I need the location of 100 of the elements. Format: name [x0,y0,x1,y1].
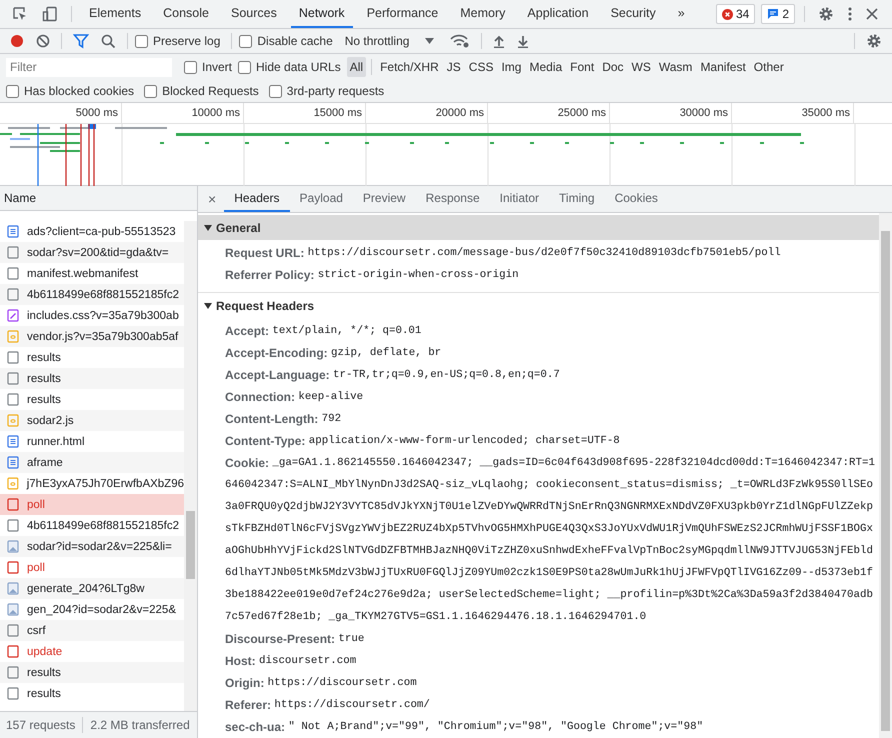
disclosure-triangle-icon [204,302,212,310]
request-row[interactable]: aframe [0,452,184,473]
header-row-text: Connection: keep-alive [225,389,364,406]
record-icon[interactable] [10,34,24,48]
filter-input[interactable]: Filter [6,58,172,76]
throttling-dropdown[interactable]: No throttling [340,34,438,48]
details-tab[interactable]: Response [416,186,490,212]
type-filter-button[interactable]: JS [444,57,464,77]
file-icon [7,561,19,574]
time-tick-label: 15000 ms [314,107,362,119]
disable-cache-checkbox[interactable] [239,34,252,48]
details-tab[interactable]: Payload [290,186,353,212]
request-row[interactable]: sodar?sv=200&tid=gda&tv= [0,242,184,263]
network-conditions-icon[interactable] [450,34,470,48]
inspect-icon[interactable] [12,6,28,22]
header-row-text: Host: discoursetr.com [225,653,358,670]
settings-icon[interactable] [866,33,882,49]
caret-icon [425,38,434,44]
filter-icon[interactable] [73,33,89,49]
details-tab[interactable]: Initiator [490,186,550,212]
close-button[interactable]: × [204,191,224,207]
file-icon [7,519,19,532]
request-row[interactable]: generate_204?6LTg8w [0,578,184,599]
scrollbar[interactable] [879,213,892,738]
type-filter-button[interactable]: Img [498,57,524,77]
message-count-badge[interactable]: 2 [761,4,795,24]
script-icon [7,330,19,343]
header-row-text: Accept-Language: tr-TR,tr;q=0.9,en-US;q=0.8,en;q=0.7 [225,367,561,384]
request-row[interactable]: vendor.js?v=35a79b300ab5af [0,326,184,347]
checkbox-label: Invert [202,60,232,74]
settings-icon[interactable] [818,6,834,22]
file-icon [7,498,19,511]
type-filter-button[interactable]: Fetch/XHR [377,57,442,77]
error-count-badge[interactable]: 34 [716,4,756,24]
header-row-text: Accept: text/plain, */*; q=0.01 [225,323,422,340]
search-icon[interactable] [101,34,116,48]
error-icon [722,8,733,20]
checkbox-label: 3rd-party requests [286,84,384,98]
details-tab[interactable]: Headers [224,186,290,212]
file-icon [7,624,19,637]
header-row-text: Discourse-Present: true [225,631,366,648]
hide-data-urls-checkbox[interactable] [238,60,252,74]
header-row-text: Content-Length: 792 [225,411,342,428]
time-tick-label: 10000 ms [192,107,240,119]
time-tick-label: 25000 ms [558,107,606,119]
clear-icon[interactable] [36,34,50,48]
details-tab[interactable]: Cookies [604,186,668,212]
file-icon [7,288,19,301]
more-tabs-button[interactable]: » [670,0,693,28]
request-filter-checkbox[interactable] [144,84,158,98]
request-row[interactable]: sodar?id=sodar2&v=225&li= [0,536,184,557]
checkbox-label: Hide data URLs [256,60,341,74]
column-header[interactable]: Name [4,191,36,205]
panel-tab[interactable]: Application [519,0,597,28]
upload-icon[interactable] [493,34,506,48]
request-row[interactable]: csrf [0,620,184,641]
details-tab[interactable]: Preview [352,186,416,212]
panel-tab[interactable]: Sources [222,0,285,28]
panel-tab[interactable]: Console [155,0,217,28]
scrollbar[interactable] [184,221,197,711]
request-row[interactable]: results [0,368,184,389]
request-row[interactable]: 4b6118499e68f881552185fc2 [0,284,184,305]
image-icon [7,540,19,553]
type-filter-button[interactable]: Media [526,57,566,77]
section-header[interactable]: General [198,215,879,240]
section-header[interactable]: Request Headers [198,292,879,318]
panel-tab[interactable]: Security [602,0,664,28]
header-row-text: Content-Type: application/x-www-form-urlencoded; charset=UTF-8 [225,433,621,450]
checkbox-label: Blocked Requests [162,84,259,98]
message-icon [767,8,780,20]
type-filter-button[interactable]: Manifest [697,57,749,77]
more-options-icon[interactable] [848,7,852,21]
type-filter-button[interactable]: WS [628,57,654,77]
document-icon [7,456,19,469]
type-filter-button[interactable]: Other [750,57,787,77]
preserve-log-checkbox[interactable] [135,34,148,48]
time-tick-label: 35000 ms [802,107,850,119]
close-icon[interactable] [866,8,878,20]
request-filter-checkbox[interactable] [268,84,282,98]
request-row[interactable]: sodar2.js [0,410,184,431]
image-icon [7,582,19,595]
header-row-text: Accept-Encoding: gzip, deflate, br [225,345,442,362]
device-toolbar-icon[interactable] [42,6,58,22]
type-filter-button[interactable]: Wasm [656,57,696,77]
request-filter-checkbox[interactable] [6,84,19,98]
request-count-text: 157 requests [6,718,76,732]
type-filter-button[interactable]: Doc [599,57,627,77]
download-icon[interactable] [517,34,530,48]
request-row[interactable]: results [0,662,184,683]
image-icon [7,603,19,616]
panel-tab[interactable]: Elements [81,0,150,28]
invert-checkbox[interactable] [184,60,197,74]
file-icon [7,372,19,385]
disclosure-triangle-icon [204,224,212,232]
type-filter-button[interactable]: All [346,57,366,77]
panel-tab[interactable]: Performance [358,0,446,28]
type-filter-button[interactable]: CSS [466,57,496,77]
details-tab[interactable]: Timing [549,186,605,212]
panel-tab[interactable]: Memory [452,0,514,28]
type-filter-button[interactable]: Font [567,57,598,77]
